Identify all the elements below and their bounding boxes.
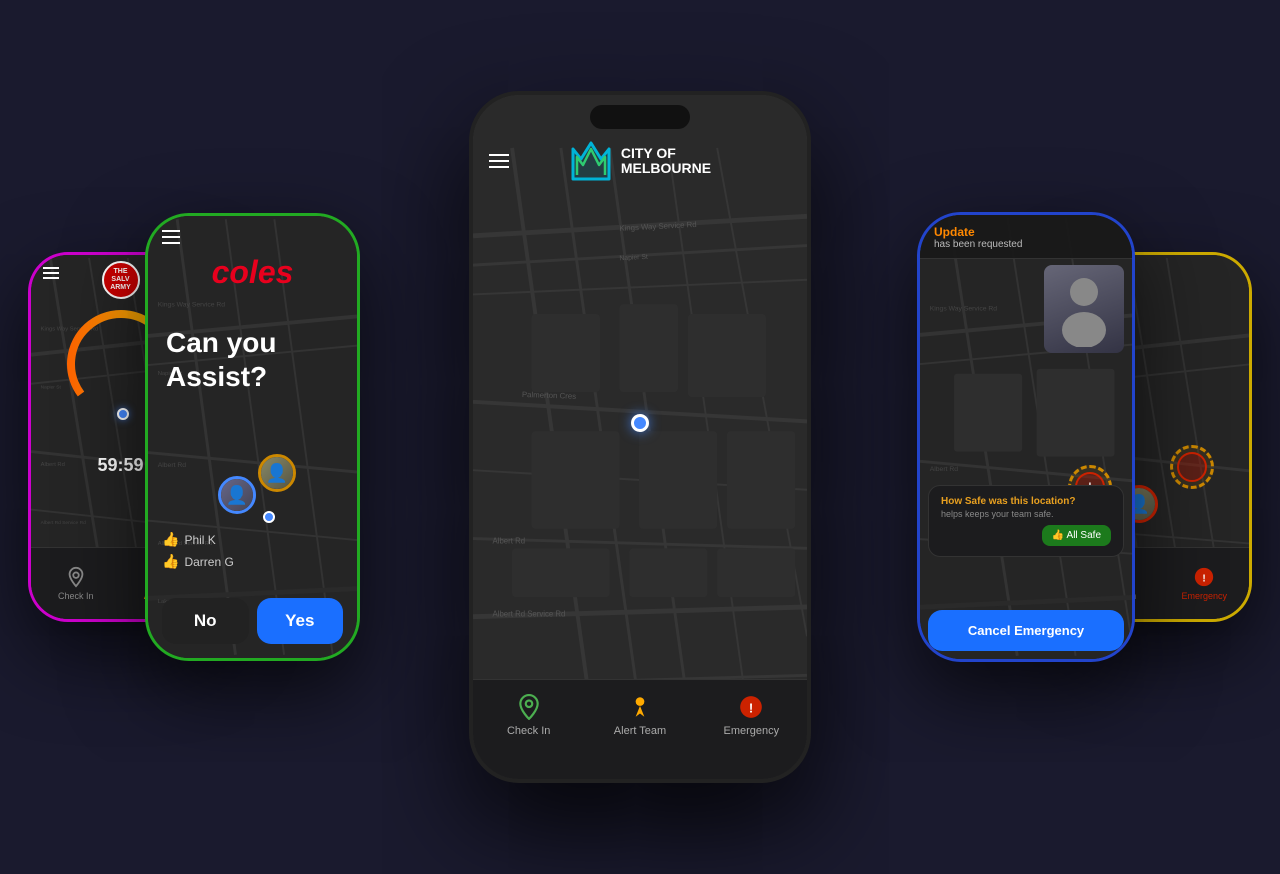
svg-text:Napier St: Napier St bbox=[619, 254, 648, 262]
assist-text: Can you Assist? bbox=[166, 326, 339, 393]
menu-icon-1[interactable] bbox=[43, 267, 59, 279]
menu-icon-2[interactable] bbox=[162, 230, 180, 244]
location-dot-3 bbox=[631, 414, 649, 432]
notch-3 bbox=[590, 105, 690, 129]
svg-text:Kings Way Service Rd: Kings Way Service Rd bbox=[619, 220, 697, 233]
person-photo bbox=[1044, 265, 1124, 353]
phone-coles: Kings Way Service Rd Napier St Albert Rd… bbox=[145, 213, 360, 661]
svg-text:Albert Rd: Albert Rd bbox=[493, 536, 526, 545]
svg-text:!: ! bbox=[1203, 574, 1206, 585]
svg-text:Napier St: Napier St bbox=[41, 385, 62, 391]
melbourne-logo-icon bbox=[569, 139, 613, 183]
tab-checkin-label-1: Check In bbox=[58, 591, 94, 601]
safety-popup: How Safe was this location? helps keeps … bbox=[928, 485, 1124, 557]
melbourne-logo: CITY OF MELBOURNE bbox=[569, 139, 711, 183]
all-safe-button[interactable]: 👍 All Safe bbox=[1042, 525, 1111, 546]
cancel-emergency-button[interactable]: Cancel Emergency bbox=[928, 610, 1124, 651]
salvation-army-logo: THESALVARMY bbox=[102, 261, 140, 299]
people-list: 👍 Phil K 👍 Darren G bbox=[162, 531, 234, 570]
location-dot-1 bbox=[117, 408, 129, 420]
checkin-icon-3 bbox=[516, 694, 542, 720]
location-dot-2 bbox=[263, 511, 275, 523]
tab-emergency-label-3: Emergency bbox=[724, 725, 780, 737]
yes-button[interactable]: Yes bbox=[257, 598, 344, 644]
emergency-icon-3: ! bbox=[738, 694, 764, 720]
phone-alert: Kings Way Service Rd Albert Rd Albert Rd… bbox=[917, 212, 1135, 662]
safety-sub: helps keeps your team safe. bbox=[941, 509, 1111, 519]
tab-checkin-label-3: Check In bbox=[507, 725, 550, 737]
person-silhouette bbox=[1054, 272, 1114, 347]
map-bg-3: Kings Way Service Rd Napier St Palmerton… bbox=[473, 95, 807, 779]
tab-alertteam-label-3: Alert Team bbox=[614, 725, 666, 737]
tab-emergency-5[interactable]: ! Emergency bbox=[1160, 548, 1250, 619]
person-2: Darren G bbox=[184, 555, 233, 569]
svg-text:Albert Rd: Albert Rd bbox=[930, 466, 959, 473]
svg-text:Albert Rd: Albert Rd bbox=[158, 462, 187, 469]
safety-title: How Safe was this location? bbox=[941, 496, 1111, 507]
main-tab-bar: Check In Alert Team ! Emergency bbox=[473, 679, 807, 779]
alertteam-icon-3 bbox=[627, 694, 653, 720]
timer-display: 59:59 bbox=[97, 455, 143, 476]
tab-emergency-3[interactable]: ! Emergency bbox=[696, 694, 807, 737]
melbourne-logo-text: CITY OF MELBOURNE bbox=[621, 146, 711, 177]
phone-melbourne-center: Kings Way Service Rd Napier St Palmerton… bbox=[469, 91, 811, 783]
coles-logo: coles bbox=[212, 254, 294, 291]
menu-icon-3[interactable] bbox=[489, 154, 509, 168]
update-title: Update bbox=[934, 225, 1118, 239]
phones-container: Kings Way Service Rd Napier St Albert Rd… bbox=[0, 0, 1280, 874]
person-1: Phil K bbox=[184, 533, 215, 547]
svg-text:!: ! bbox=[749, 700, 753, 715]
avatar-marker-2b: 👤 bbox=[258, 454, 296, 492]
alert-circle-5a bbox=[1170, 445, 1214, 489]
svg-text:Kings Way Service Rd: Kings Way Service Rd bbox=[930, 306, 998, 313]
emergency-icon-5: ! bbox=[1193, 566, 1215, 588]
action-buttons-2: No Yes bbox=[148, 598, 357, 644]
header-3: CITY OF MELBOURNE bbox=[473, 139, 807, 183]
tab-checkin-3[interactable]: Check In bbox=[473, 694, 584, 737]
tab-checkin-1[interactable]: Check In bbox=[31, 548, 121, 619]
svg-text:Albert Rd Service Rd: Albert Rd Service Rd bbox=[493, 610, 566, 619]
svg-text:Kings Way Service Rd: Kings Way Service Rd bbox=[158, 302, 226, 309]
tab-emergency-label-5: Emergency bbox=[1181, 591, 1227, 601]
checkin-icon-1 bbox=[65, 566, 87, 588]
gold-arc bbox=[1184, 328, 1249, 458]
update-banner: Update has been requested bbox=[920, 215, 1132, 259]
tab-alertteam-3[interactable]: Alert Team bbox=[584, 694, 695, 737]
svg-text:Albert Rd Service Rd: Albert Rd Service Rd bbox=[41, 520, 86, 526]
no-button[interactable]: No bbox=[162, 598, 249, 644]
svg-text:Albert Rd: Albert Rd bbox=[41, 462, 65, 468]
update-text: has been requested bbox=[934, 239, 1118, 250]
avatar-marker-2a: 👤 bbox=[218, 476, 256, 514]
